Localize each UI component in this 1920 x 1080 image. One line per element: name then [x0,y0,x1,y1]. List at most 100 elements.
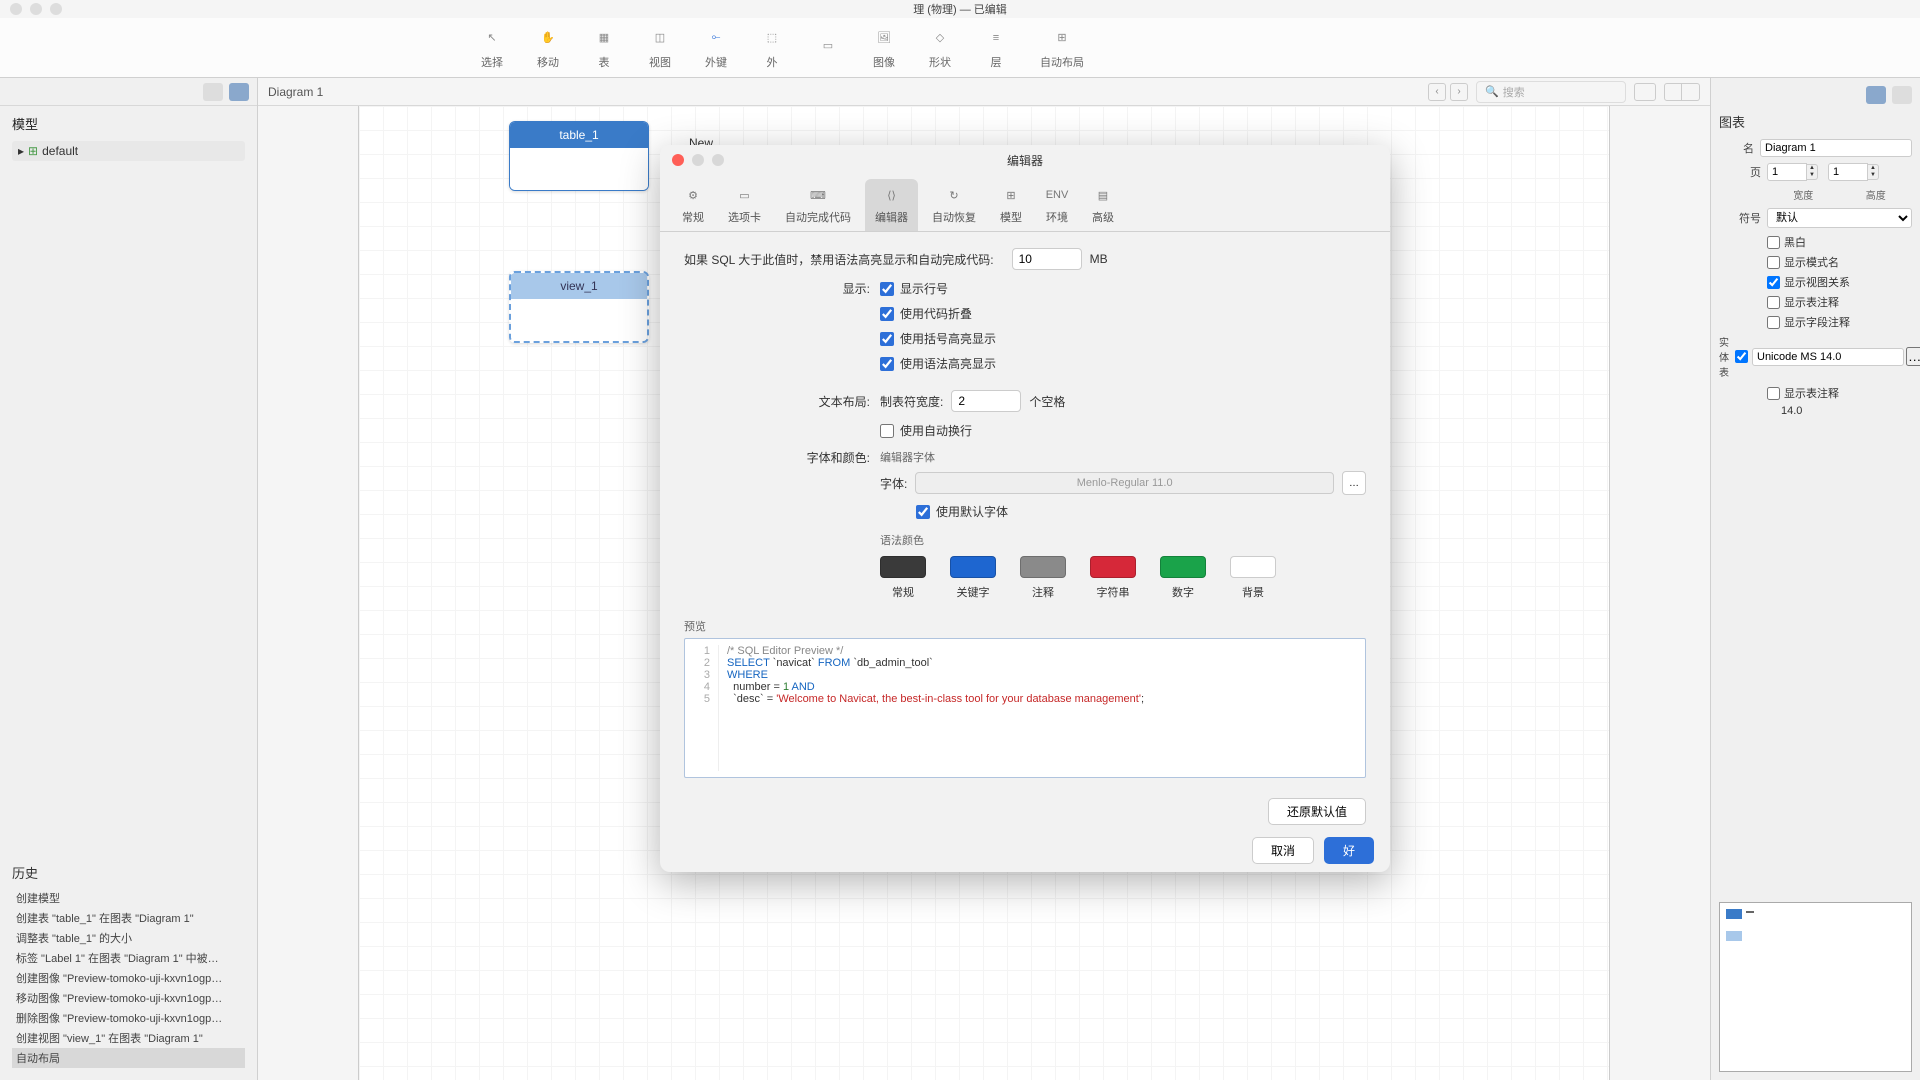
pref-tab-7[interactable]: ▤高级 [1082,179,1124,231]
tool-hand[interactable]: ✋移动 [536,26,560,70]
entity-font-more[interactable]: … [1906,347,1920,366]
code-preview: 12345 /* SQL Editor Preview */ SELECT `n… [684,638,1366,778]
pref-tab-3[interactable]: ⟨⟩编辑器 [865,179,918,231]
prop-check-1[interactable] [1767,256,1780,269]
editor-font-input[interactable] [915,472,1334,494]
history-item[interactable]: 创建视图 "view_1" 在图表 "Diagram 1" [12,1028,245,1048]
prop-check-2[interactable] [1767,276,1780,289]
font-picker-button[interactable]: … [1342,471,1366,495]
symbol-select[interactable]: 默认 [1767,208,1912,228]
nav-forward[interactable]: › [1450,83,1468,101]
pref-tab-4[interactable]: ↻自动恢复 [922,179,986,231]
display-opt-2[interactable] [880,332,894,346]
diagram-name-input[interactable] [1760,139,1912,157]
color-swatch-5[interactable] [1230,556,1276,578]
page-width-input[interactable] [1767,163,1807,181]
view-icon: ◫ [648,26,672,50]
dialog-close[interactable] [672,154,684,166]
cursor-icon: ↖ [480,26,504,50]
right-panel: 图表 名 页 ▲▼ ▲▼ 宽度高度 符号 默认 黑白显示模式名显示视图关系显示表… [1710,78,1920,1080]
tab-width-input[interactable] [951,390,1021,412]
tab-icon-5: ⊞ [1000,185,1022,205]
left-tab-model[interactable] [229,83,249,101]
sql-threshold-input[interactable] [1012,248,1082,270]
view-mode-1[interactable] [1634,83,1656,101]
tab-icon-0: ⚙ [682,185,704,205]
tool-cursor[interactable]: ↖选择 [480,26,504,70]
tool-view[interactable]: ◫视图 [648,26,672,70]
shape-icon: ◇ [928,26,952,50]
display-opt-0[interactable] [880,282,894,296]
history-item[interactable]: 移动图像 "Preview-tomoko-uji-kxvn1ogp… [12,988,245,1008]
history-item[interactable]: 创建表 "table_1" 在图表 "Diagram 1" [12,908,245,928]
pref-tab-1[interactable]: ▭选项卡 [718,179,771,231]
tool-stack[interactable]: ≡层 [984,26,1008,70]
entity-font-input[interactable] [1752,348,1904,366]
view-mode-2[interactable] [1664,83,1682,101]
tool-layout[interactable]: ⊞自动布局 [1040,26,1084,70]
color-swatch-3[interactable] [1090,556,1136,578]
window-titlebar: 理 (物理) — 已编辑 [0,0,1920,18]
tool-layer[interactable]: ⬚外 [760,26,784,70]
display-opt-3[interactable] [880,357,894,371]
search-icon: 🔍 [1485,85,1499,98]
dialog-zoom[interactable] [712,154,724,166]
search-input[interactable]: 🔍 搜索 [1476,81,1626,103]
layer-icon: ⬚ [760,26,784,50]
pref-tab-0[interactable]: ⚙常规 [672,179,714,231]
note-icon: ▭ [816,34,840,58]
tool-note[interactable]: ▭ [816,34,840,62]
prop-check-3[interactable] [1767,296,1780,309]
left-tab-outline[interactable] [203,83,223,101]
cancel-button[interactable]: 取消 [1252,837,1314,864]
color-swatch-4[interactable] [1160,556,1206,578]
view-node-view1[interactable]: view_1 [509,271,649,343]
dialog-minimize[interactable] [692,154,704,166]
prop-check-4[interactable] [1767,316,1780,329]
pref-tab-2[interactable]: ⌨自动完成代码 [775,179,861,231]
preview-label: 预览 [684,618,1366,634]
close-window[interactable] [10,3,22,15]
tool-image[interactable]: 🖼图像 [872,26,896,70]
tree-item-default[interactable]: ▸ ⊞ default [12,141,245,161]
right-tab-props[interactable] [1866,86,1886,104]
entity-check[interactable] [1735,350,1748,363]
pref-tab-5[interactable]: ⊞模型 [990,179,1032,231]
use-default-font-check[interactable] [916,505,930,519]
left-panel: 模型 ▸ ⊞ default 历史 创建模型创建表 "table_1" 在图表 … [0,78,258,1080]
history-item[interactable]: 删除图像 "Preview-tomoko-uji-kxvn1ogp… [12,1008,245,1028]
color-swatch-0[interactable] [880,556,926,578]
auto-wrap-check[interactable] [880,424,894,438]
pref-tab-6[interactable]: ENV环境 [1036,179,1078,231]
tool-fk[interactable]: ⟜外键 [704,26,728,70]
color-swatch-1[interactable] [950,556,996,578]
zoom-window[interactable] [50,3,62,15]
show-table-comment-check[interactable] [1767,387,1780,400]
nav-back[interactable]: ‹ [1428,83,1446,101]
reset-defaults-button[interactable]: 还原默认值 [1268,798,1366,825]
color-swatch-2[interactable] [1020,556,1066,578]
history-item[interactable]: 标签 "Label 1" 在图表 "Diagram 1" 中被… [12,948,245,968]
tab-icon-3: ⟨⟩ [881,185,903,205]
tool-table[interactable]: ▦表 [592,26,616,70]
history-item[interactable]: 创建图像 "Preview-tomoko-uji-kxvn1ogp… [12,968,245,988]
minimap[interactable] [1719,902,1912,1072]
minimize-window[interactable] [30,3,42,15]
history-item[interactable]: 创建模型 [12,888,245,908]
diagram-tab[interactable]: Diagram 1 [268,85,323,99]
preferences-dialog: 编辑器 ⚙常规▭选项卡⌨自动完成代码⟨⟩编辑器↻自动恢复⊞模型ENV环境▤高级 … [660,145,1390,872]
tool-shape[interactable]: ◇形状 [928,26,952,70]
page-height-input[interactable] [1828,163,1868,181]
history-item[interactable]: 调整表 "table_1" 的大小 [12,928,245,948]
history-item[interactable]: 自动布局 [12,1048,245,1068]
tab-icon-4: ↻ [943,185,965,205]
table-node-table1[interactable]: table_1 [509,121,649,191]
right-tab-other[interactable] [1892,86,1912,104]
table-icon: ▦ [592,26,616,50]
display-opt-1[interactable] [880,307,894,321]
model-section-title: 模型 [12,114,245,133]
prop-check-0[interactable] [1767,236,1780,249]
ok-button[interactable]: 好 [1324,837,1374,864]
hand-icon: ✋ [536,26,560,50]
view-mode-3[interactable] [1682,83,1700,101]
